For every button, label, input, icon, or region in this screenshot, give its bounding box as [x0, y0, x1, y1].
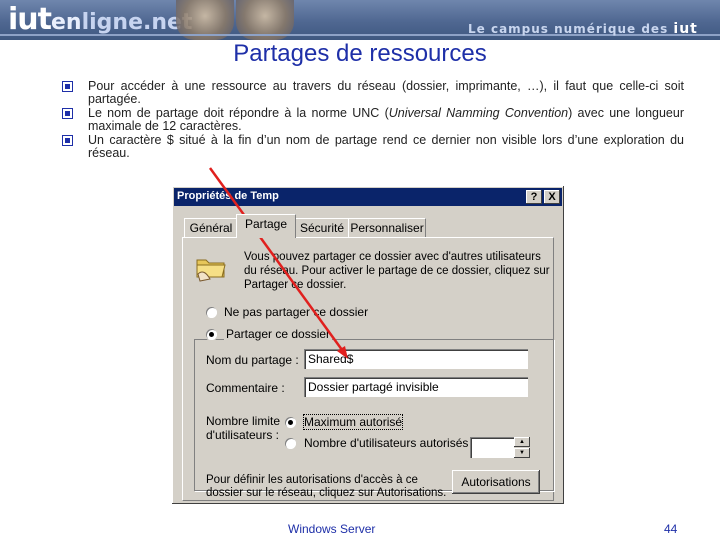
slide-title: Partages de ressources: [233, 40, 487, 67]
user-limit-label-2: d'utilisateurs :: [206, 428, 279, 442]
bullet-item: Un caractère $ situé à la fin d’un nom d…: [62, 134, 684, 159]
site-logo: iutenligne.net: [8, 2, 192, 37]
user-count-radio[interactable]: [285, 438, 296, 449]
tagline-text: Le campus numérique des: [468, 22, 669, 36]
tagline-brand: iut: [673, 21, 698, 37]
permissions-button[interactable]: Autorisations: [452, 470, 540, 494]
shared-folder-icon: [196, 259, 226, 282]
user-count-input[interactable]: [470, 437, 514, 458]
banner-tagline: Le campus numérique des iut: [468, 21, 698, 37]
user-count-spinner[interactable]: ▲ ▼: [514, 437, 530, 458]
bullet-square-icon: [62, 81, 73, 92]
bullet-item: Le nom de partage doit répondre à la nor…: [62, 107, 684, 132]
bullet-text: Pour accéder à une ressource au travers …: [88, 79, 684, 106]
dialog-titlebar[interactable]: Propriétés de Temp ? X: [174, 188, 562, 206]
help-button[interactable]: ?: [526, 190, 542, 204]
footer-label: Windows Server: [288, 522, 376, 536]
no-share-label[interactable]: Ne pas partager ce dossier: [224, 305, 368, 319]
bullet-square-icon: [62, 135, 73, 146]
tab-strip: Général Partage Sécurité Personnaliser: [182, 214, 562, 238]
user-limit-label: Nombre limite: [206, 414, 281, 428]
tab-personnaliser[interactable]: Personnaliser: [348, 218, 426, 237]
permissions-text-1: Pour définir les autorisations d'accès à…: [206, 474, 418, 486]
tab-partage[interactable]: Partage: [236, 214, 296, 238]
bullet-item: Pour accéder à une ressource au travers …: [62, 80, 684, 105]
tab-securite[interactable]: Sécurité: [294, 218, 350, 237]
page-number: 44: [664, 522, 678, 536]
dialog-title: Propriétés de Temp: [177, 190, 279, 202]
close-button[interactable]: X: [544, 190, 560, 204]
bullet-square-icon: [62, 108, 73, 119]
permissions-text-2: dossier sur le réseau, cliquez sur Autor…: [206, 487, 447, 499]
tab-general[interactable]: Général: [184, 218, 238, 237]
properties-dialog: Propriétés de Temp ? X Général Partage S…: [172, 186, 564, 504]
user-count-label[interactable]: Nombre d'utilisateurs autorisés :: [304, 436, 475, 450]
logo-iut: iut: [8, 2, 52, 37]
spin-down-icon[interactable]: ▼: [514, 448, 530, 458]
spin-up-icon[interactable]: ▲: [514, 437, 530, 447]
bullet-text: Un caractère $ situé à la fin d’un nom d…: [88, 133, 684, 160]
share-label[interactable]: Partager ce dossier: [224, 327, 333, 341]
share-radio[interactable]: [206, 329, 217, 340]
max-allowed-radio[interactable]: [285, 417, 296, 428]
logo-en: en: [50, 10, 82, 35]
max-allowed-label[interactable]: Maximum autorisé: [302, 414, 404, 430]
share-name-input[interactable]: Shared$: [304, 349, 528, 369]
comment-label: Commentaire :: [206, 381, 285, 395]
bullet-list: Pour accéder à une ressource au travers …: [62, 80, 684, 161]
no-share-radio[interactable]: [206, 307, 217, 318]
share-name-label: Nom du partage :: [206, 353, 299, 367]
header-banner: iutenligne.net Le campus numérique des i…: [0, 0, 720, 40]
bullet-text-italic: Universal Namming Convention: [388, 106, 569, 120]
comment-input[interactable]: Dossier partagé invisible: [304, 377, 528, 397]
sharing-info-text: Vous pouvez partager ce dossier avec d'a…: [244, 251, 550, 291]
